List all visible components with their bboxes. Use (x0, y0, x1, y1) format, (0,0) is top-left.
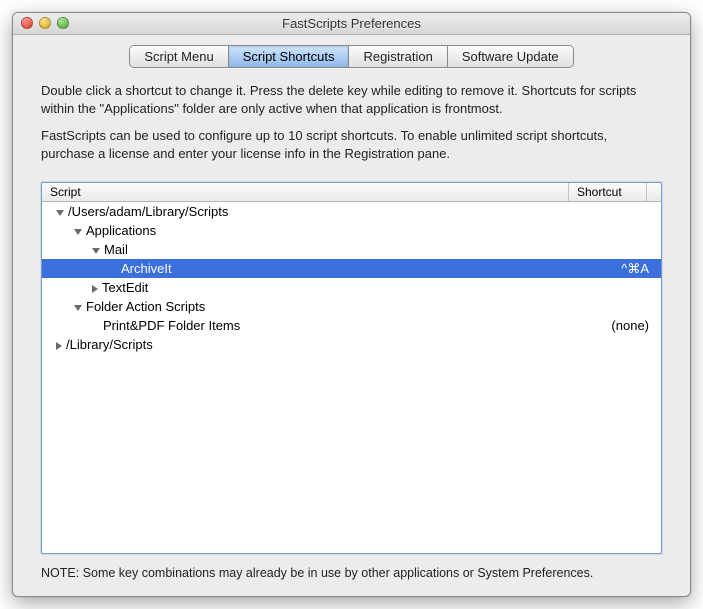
table-row[interactable]: TextEdit (42, 278, 661, 297)
table-row[interactable]: ArchiveIt ^⌘A (42, 259, 661, 278)
description-p2: FastScripts can be used to configure up … (41, 127, 662, 162)
table-body[interactable]: /Users/adam/Library/Scripts Applications M… (42, 202, 661, 553)
row-label: Applications (42, 223, 575, 238)
description: Double click a shortcut to change it. Pr… (41, 82, 662, 172)
footer-note: NOTE: Some key combinations may already … (41, 566, 662, 580)
disclosure-down-icon[interactable] (92, 248, 100, 254)
table-header: Script Shortcut (42, 183, 661, 202)
content: Script MenuScript ShortcutsRegistrationS… (13, 35, 690, 596)
row-text: Applications (86, 223, 156, 238)
table-row[interactable]: Applications (42, 221, 661, 240)
disclosure-down-icon[interactable] (74, 305, 82, 311)
tab-registration[interactable]: Registration (349, 46, 447, 67)
row-label: /Library/Scripts (42, 337, 575, 352)
row-shortcut[interactable]: ^⌘A (575, 261, 655, 277)
row-label: ArchiveIt (42, 261, 575, 276)
row-label: TextEdit (42, 280, 575, 295)
row-label: /Users/adam/Library/Scripts (42, 204, 575, 219)
row-text: ArchiveIt (121, 261, 172, 276)
row-text: Mail (104, 242, 128, 257)
column-header-spacer (647, 183, 661, 201)
tab-script-menu[interactable]: Script Menu (130, 46, 228, 67)
disclosure-right-icon[interactable] (92, 285, 98, 293)
table-row[interactable]: Print&PDF Folder Items (none) (42, 316, 661, 335)
row-text: Folder Action Scripts (86, 299, 205, 314)
window-controls (21, 17, 69, 29)
zoom-icon[interactable] (57, 17, 69, 29)
row-label: Mail (42, 242, 575, 257)
close-icon[interactable] (21, 17, 33, 29)
tab-software-update[interactable]: Software Update (448, 46, 573, 67)
disclosure-right-icon[interactable] (56, 342, 62, 350)
row-label: Folder Action Scripts (42, 299, 575, 314)
row-text: TextEdit (102, 280, 148, 295)
column-header-shortcut[interactable]: Shortcut (569, 183, 647, 201)
column-header-script[interactable]: Script (42, 183, 569, 201)
table-row[interactable]: Folder Action Scripts (42, 297, 661, 316)
tab-script-shortcuts[interactable]: Script Shortcuts (229, 46, 350, 67)
titlebar[interactable]: FastScripts Preferences (13, 13, 690, 35)
row-text: /Users/adam/Library/Scripts (68, 204, 228, 219)
row-shortcut[interactable]: (none) (575, 318, 655, 333)
preferences-window: FastScripts Preferences Script MenuScrip… (12, 12, 691, 597)
disclosure-down-icon[interactable] (56, 210, 64, 216)
tabbar: Script MenuScript ShortcutsRegistrationS… (41, 45, 662, 68)
description-p1: Double click a shortcut to change it. Pr… (41, 82, 662, 117)
scripts-table[interactable]: Script Shortcut /Users/adam/Library/Scri… (41, 182, 662, 554)
table-row[interactable]: /Library/Scripts (42, 335, 661, 354)
table-row[interactable]: Mail (42, 240, 661, 259)
tabs: Script MenuScript ShortcutsRegistrationS… (129, 45, 573, 68)
row-text: Print&PDF Folder Items (103, 318, 240, 333)
window-title: FastScripts Preferences (282, 16, 421, 31)
minimize-icon[interactable] (39, 17, 51, 29)
disclosure-down-icon[interactable] (74, 229, 82, 235)
row-label: Print&PDF Folder Items (42, 318, 575, 333)
table-row[interactable]: /Users/adam/Library/Scripts (42, 202, 661, 221)
row-text: /Library/Scripts (66, 337, 153, 352)
